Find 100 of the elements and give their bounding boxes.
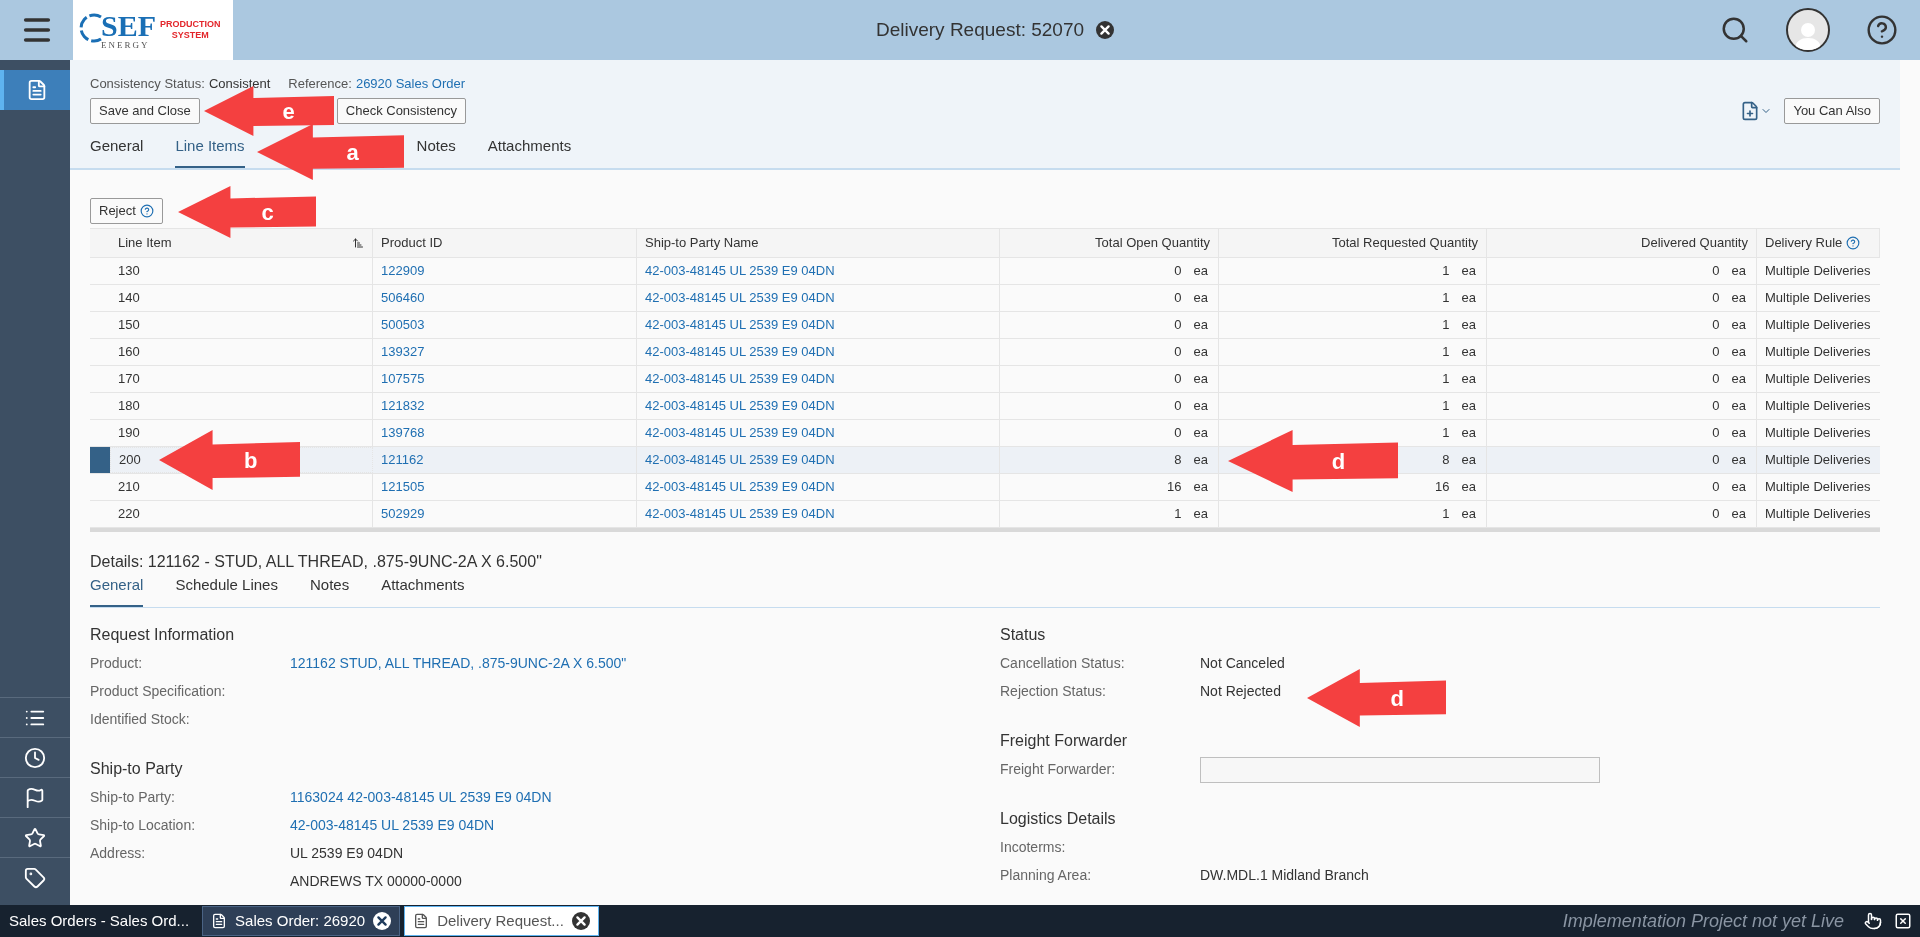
close-icon[interactable] <box>1096 21 1115 39</box>
search-icon[interactable] <box>1720 15 1750 45</box>
taskbar-tab[interactable]: Sales Order: 26920 <box>202 906 401 936</box>
callout-arrow: d <box>1228 430 1398 492</box>
table-row[interactable]: 150 500503 42-003-48145 UL 2539 E9 04DN 0 ea 1 ea 0 ea Multiple Deliveries <box>90 311 1880 339</box>
tab[interactable]: General <box>90 135 144 168</box>
ship-to-link[interactable]: 42-003-48145 UL 2539 E9 04DN <box>637 392 1000 419</box>
product-link[interactable]: 506460 <box>373 284 637 311</box>
reference-link[interactable]: 26920 Sales Order <box>355 74 466 94</box>
field-value: UL 2539 E9 04DN <box>290 844 404 863</box>
field-link[interactable]: 121162 STUD, ALL THREAD, .875-9UNC-2A X 6.500" <box>290 653 627 674</box>
quantity-value: 0 <box>1174 261 1182 280</box>
you-can-also-button[interactable]: You Can Also <box>1784 97 1880 124</box>
quantity-value: 0 <box>1174 342 1182 361</box>
tab[interactable]: General <box>90 574 144 607</box>
tab[interactable]: Attachments <box>487 135 572 168</box>
ship-to-link[interactable]: 42-003-48145 UL 2539 E9 04DN <box>637 311 1000 338</box>
ship-to-link[interactable]: 42-003-48145 UL 2539 E9 04DN <box>637 284 1000 311</box>
reject-button[interactable]: Reject <box>90 197 163 224</box>
quantity-value: 8 <box>1442 450 1450 469</box>
close-icon[interactable] <box>571 912 590 930</box>
action-button[interactable]: Save and Close <box>90 97 200 124</box>
product-link[interactable]: 107575 <box>373 365 637 392</box>
product-link[interactable]: 122909 <box>373 257 637 284</box>
quantity-value: 0 <box>1712 504 1720 523</box>
unit-label: ea <box>1461 450 1476 469</box>
column-header[interactable]: Total Requested Quantity <box>1219 228 1487 257</box>
new-document-icon[interactable] <box>1740 100 1761 121</box>
tab[interactable]: Attachments <box>381 574 465 607</box>
table-cell-text: Multiple Deliveries <box>1764 261 1872 280</box>
quantity-value: 0 <box>1712 423 1720 442</box>
unit-label: ea <box>1461 369 1476 388</box>
status-text: Implementation Project not yet Live <box>1562 909 1844 933</box>
product-link[interactable]: 500503 <box>373 311 637 338</box>
table-row[interactable]: 140 506460 42-003-48145 UL 2539 E9 04DN 0 ea 1 ea 0 ea Multiple Deliveries <box>90 284 1880 312</box>
tab[interactable]: Schedule Lines <box>175 574 278 607</box>
unit-label: ea <box>1461 288 1476 307</box>
table-row[interactable]: 160 139327 42-003-48145 UL 2539 E9 04DN 0 ea 1 ea 0 ea Multiple Deliveries <box>90 338 1880 366</box>
quantity-value: 1 <box>1442 342 1450 361</box>
product-link[interactable]: 121505 <box>373 473 637 500</box>
close-icon[interactable] <box>373 912 392 930</box>
ship-to-link[interactable]: 42-003-48145 UL 2539 E9 04DN <box>637 365 1000 392</box>
input-field[interactable] <box>1200 756 1600 783</box>
field-label: Incoterms: <box>1000 839 1066 855</box>
sidebar-item[interactable] <box>0 70 70 110</box>
row-selector[interactable] <box>90 446 110 473</box>
table-row[interactable]: 130 122909 42-003-48145 UL 2539 E9 04DN 0 ea 1 ea 0 ea Multiple Deliveries <box>90 257 1880 285</box>
quantity-value: 0 <box>1712 315 1720 334</box>
quantity-value: 0 <box>1174 369 1182 388</box>
field-link[interactable]: 1163024 42-003-48145 UL 2539 E9 04DN <box>290 787 552 808</box>
table-row[interactable]: 170 107575 42-003-48145 UL 2539 E9 04DN 0 ea 1 ea 0 ea Multiple Deliveries <box>90 365 1880 393</box>
touch-icon[interactable] <box>1864 912 1882 930</box>
column-header[interactable]: Delivery Rule <box>1757 228 1880 257</box>
section-title: Status <box>1000 624 1047 645</box>
column-header[interactable]: Ship-to Party Name <box>637 228 1000 257</box>
table-cell-text: Multiple Deliveries <box>1764 369 1872 388</box>
ship-to-link[interactable]: 42-003-48145 UL 2539 E9 04DN <box>637 446 1000 473</box>
product-link[interactable]: 121162 <box>373 446 637 473</box>
column-header[interactable]: Delivered Quantity <box>1487 228 1757 257</box>
table-row[interactable]: 220 502929 42-003-48145 UL 2539 E9 04DN 1 ea 1 ea 0 ea Multiple Deliveries <box>90 500 1880 528</box>
column-header[interactable]: Product ID <box>373 228 637 257</box>
help-icon[interactable] <box>1846 235 1861 250</box>
help-icon[interactable] <box>1866 14 1898 46</box>
table-cell: 160 <box>110 338 373 365</box>
tab[interactable]: Notes <box>309 574 350 607</box>
ship-to-link[interactable]: 42-003-48145 UL 2539 E9 04DN <box>637 500 1000 527</box>
table-row[interactable]: 180 121832 42-003-48145 UL 2539 E9 04DN 0 ea 1 ea 0 ea Multiple Deliveries <box>90 392 1880 420</box>
unit-label: ea <box>1193 315 1208 334</box>
taskbar-tab[interactable]: Delivery Request... <box>404 906 599 936</box>
clock-icon <box>24 746 46 769</box>
field-value: ANDREWS TX 00000-0000 <box>290 872 462 891</box>
quantity-value: 16 <box>1167 477 1182 496</box>
ship-to-link[interactable]: 42-003-48145 UL 2539 E9 04DN <box>637 338 1000 365</box>
tab[interactable]: Notes <box>416 135 456 168</box>
field-label: Planning Area: <box>1000 867 1092 883</box>
callout-arrow: a <box>257 124 404 180</box>
table-cell-text: Multiple Deliveries <box>1764 423 1872 442</box>
help-icon[interactable] <box>139 203 154 218</box>
table-cell-text: Multiple Deliveries <box>1764 315 1872 334</box>
product-link[interactable]: 502929 <box>373 500 637 527</box>
action-button[interactable]: Check Consistency <box>336 97 467 124</box>
close-window-icon[interactable] <box>1894 912 1912 930</box>
product-link[interactable]: 121832 <box>373 392 637 419</box>
callout-arrow: c <box>178 186 316 238</box>
product-link[interactable]: 139327 <box>373 338 637 365</box>
column-header[interactable]: Total Open Quantity <box>1000 228 1219 257</box>
window-title: Delivery Request: 52070 <box>876 17 1085 42</box>
unit-label: ea <box>1461 315 1476 334</box>
unit-label: ea <box>1193 369 1208 388</box>
tab[interactable]: Line Items <box>175 135 245 168</box>
section-title: Request Information <box>90 624 236 645</box>
field-label: Product Specification: <box>90 683 226 699</box>
unit-label: ea <box>1731 342 1746 361</box>
product-link[interactable]: 139768 <box>373 419 637 446</box>
ship-to-link[interactable]: 42-003-48145 UL 2539 E9 04DN <box>637 419 1000 446</box>
field-link[interactable]: 42-003-48145 UL 2539 E9 04DN <box>290 815 495 836</box>
ship-to-link[interactable]: 42-003-48145 UL 2539 E9 04DN <box>637 257 1000 284</box>
user-avatar[interactable] <box>1786 8 1830 52</box>
ship-to-link[interactable]: 42-003-48145 UL 2539 E9 04DN <box>637 473 1000 500</box>
quantity-value: 0 <box>1712 288 1720 307</box>
